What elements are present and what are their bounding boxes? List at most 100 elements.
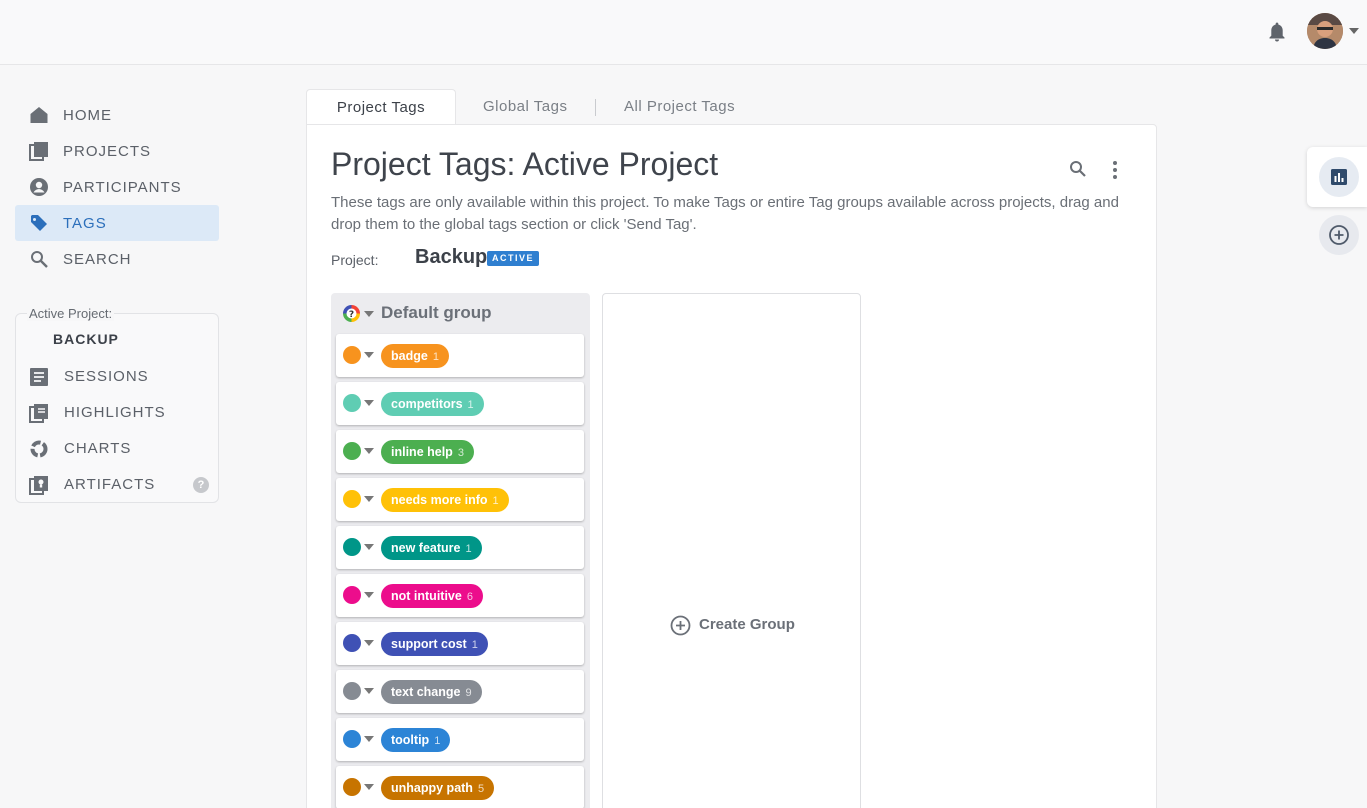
tag-color-dot[interactable] bbox=[343, 442, 361, 460]
sessions-icon bbox=[30, 368, 48, 386]
tag-color-dot[interactable] bbox=[343, 730, 361, 748]
tag-menu-caret-icon[interactable] bbox=[364, 784, 374, 790]
tag-pill[interactable]: unhappy path 5 bbox=[381, 776, 495, 800]
tag-pill[interactable]: not intuitive 6 bbox=[381, 584, 483, 608]
active-project-name[interactable]: BACKUP bbox=[53, 331, 119, 347]
bar-chart-icon bbox=[1331, 169, 1347, 185]
tag-name: unhappy path bbox=[391, 781, 473, 795]
nav-sessions[interactable]: SESSIONS bbox=[16, 362, 216, 392]
tag-count: 1 bbox=[434, 735, 441, 747]
nav-projects[interactable]: PROJECTS bbox=[15, 133, 219, 169]
tag-pill[interactable]: badge 1 bbox=[381, 344, 449, 368]
tag-pill[interactable]: new feature 1 bbox=[381, 536, 482, 560]
nav-participants[interactable]: PARTICIPANTS bbox=[15, 169, 219, 205]
tag-pill[interactable]: competitors 1 bbox=[381, 392, 484, 416]
notifications-bell-icon[interactable] bbox=[1267, 21, 1287, 43]
tab-project-tags[interactable]: Project Tags bbox=[306, 89, 456, 125]
tag-name: needs more info bbox=[391, 493, 488, 507]
nav-search[interactable]: SEARCH bbox=[15, 241, 219, 277]
page-title: Project Tags: Active Project bbox=[331, 146, 719, 182]
group-menu-caret-icon[interactable] bbox=[364, 311, 374, 317]
tag-row[interactable]: new feature 1 bbox=[336, 526, 584, 569]
tag-name: not intuitive bbox=[391, 589, 462, 603]
artifacts-icon bbox=[29, 476, 48, 495]
nav-artifacts-label: ARTIFACTS bbox=[64, 476, 156, 493]
tag-menu-caret-icon[interactable] bbox=[364, 448, 374, 454]
tab-divider bbox=[595, 99, 596, 116]
tag-pill[interactable]: support cost 1 bbox=[381, 632, 488, 656]
tag-color-dot[interactable] bbox=[343, 346, 361, 364]
project-label: Project: bbox=[331, 252, 379, 268]
create-group-dropzone[interactable] bbox=[602, 293, 861, 808]
nav-tags-label: TAGS bbox=[63, 215, 107, 232]
tag-row[interactable]: inline help 3 bbox=[336, 430, 584, 473]
tag-color-dot[interactable] bbox=[343, 778, 361, 796]
add-circle-icon[interactable] bbox=[670, 615, 691, 636]
tag-row[interactable]: needs more info 1 bbox=[336, 478, 584, 521]
tag-pill[interactable]: needs more info 1 bbox=[381, 488, 509, 512]
tag-menu-caret-icon[interactable] bbox=[364, 544, 374, 550]
tag-menu-caret-icon[interactable] bbox=[364, 400, 374, 406]
tag-row[interactable]: not intuitive 6 bbox=[336, 574, 584, 617]
tag-count: 1 bbox=[465, 543, 472, 555]
tag-pill[interactable]: inline help 3 bbox=[381, 440, 474, 464]
nav-highlights-label: HIGHLIGHTS bbox=[64, 404, 166, 421]
tag-color-dot[interactable] bbox=[343, 586, 361, 604]
tag-count: 1 bbox=[471, 639, 478, 651]
user-menu-caret-icon[interactable] bbox=[1349, 28, 1359, 34]
create-group-button[interactable]: Create Group bbox=[699, 616, 795, 633]
tag-menu-caret-icon[interactable] bbox=[364, 352, 374, 358]
charts-icon bbox=[30, 440, 48, 458]
tag-count: 3 bbox=[457, 447, 464, 459]
tag-color-dot[interactable] bbox=[343, 634, 361, 652]
tag-name: text change bbox=[391, 685, 461, 699]
tag-name: support cost bbox=[391, 637, 467, 651]
tag-color-dot[interactable] bbox=[343, 682, 361, 700]
tag-menu-caret-icon[interactable] bbox=[364, 736, 374, 742]
project-name: Backup bbox=[415, 246, 488, 268]
add-button[interactable] bbox=[1319, 215, 1359, 255]
tag-count: 6 bbox=[466, 591, 473, 603]
tag-name: inline help bbox=[391, 445, 453, 459]
search-tags-icon[interactable] bbox=[1068, 159, 1088, 179]
artifacts-help-icon[interactable]: ? bbox=[193, 477, 209, 493]
search-icon bbox=[31, 251, 48, 268]
tag-pill[interactable]: text change 9 bbox=[381, 680, 482, 704]
tag-name: new feature bbox=[391, 541, 461, 555]
tag-pill[interactable]: tooltip 1 bbox=[381, 728, 451, 752]
chart-button[interactable] bbox=[1319, 157, 1359, 197]
group-name[interactable]: Default group bbox=[381, 303, 492, 323]
tag-row[interactable]: text change 9 bbox=[336, 670, 584, 713]
tag-menu-caret-icon[interactable] bbox=[364, 496, 374, 502]
tag-count: 1 bbox=[467, 399, 474, 411]
tag-count: 1 bbox=[492, 495, 499, 507]
group-color-icon[interactable]: ? bbox=[343, 305, 360, 322]
tag-menu-caret-icon[interactable] bbox=[364, 688, 374, 694]
tag-name: badge bbox=[391, 349, 428, 363]
active-project-caption: Active Project: bbox=[27, 306, 115, 321]
nav-home[interactable]: HOME bbox=[15, 97, 219, 133]
plus-circle-icon bbox=[1329, 225, 1349, 245]
tag-menu-caret-icon[interactable] bbox=[364, 592, 374, 598]
tag-color-dot[interactable] bbox=[343, 538, 361, 556]
projects-icon bbox=[29, 142, 48, 161]
nav-highlights[interactable]: HIGHLIGHTS bbox=[16, 398, 216, 428]
home-icon bbox=[30, 107, 48, 123]
more-options-icon[interactable] bbox=[1105, 159, 1125, 181]
top-bar bbox=[0, 0, 1367, 65]
tag-color-dot[interactable] bbox=[343, 394, 361, 412]
nav-tags[interactable]: TAGS bbox=[15, 205, 219, 241]
tag-row[interactable]: tooltip 1 bbox=[336, 718, 584, 761]
tag-menu-caret-icon[interactable] bbox=[364, 640, 374, 646]
user-avatar[interactable] bbox=[1307, 13, 1343, 49]
tag-row[interactable]: badge 1 bbox=[336, 334, 584, 377]
tag-row[interactable]: unhappy path 5 bbox=[336, 766, 584, 808]
tag-row[interactable]: competitors 1 bbox=[336, 382, 584, 425]
svg-text:?: ? bbox=[349, 310, 354, 320]
nav-participants-label: PARTICIPANTS bbox=[63, 179, 182, 196]
tag-color-dot[interactable] bbox=[343, 490, 361, 508]
tag-row[interactable]: support cost 1 bbox=[336, 622, 584, 665]
nav-artifacts[interactable]: ARTIFACTS bbox=[16, 470, 216, 500]
nav-charts[interactable]: CHARTS bbox=[16, 434, 216, 464]
nav-projects-label: PROJECTS bbox=[63, 143, 152, 160]
